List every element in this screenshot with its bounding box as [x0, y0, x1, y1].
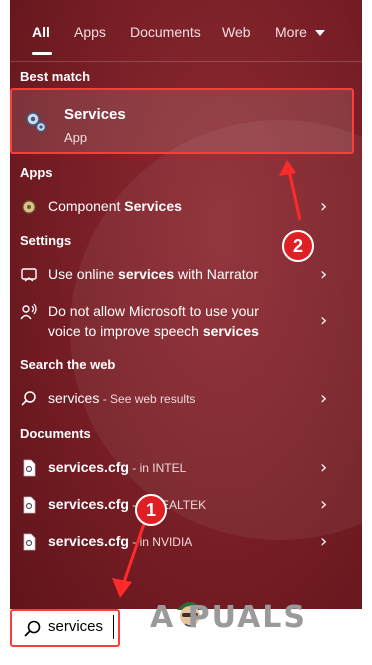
watermark-text: A PUALS	[150, 600, 308, 635]
label-pre: Use online	[48, 266, 119, 282]
document-icon	[23, 496, 36, 514]
tab-web[interactable]: Web	[222, 24, 251, 40]
services-gear-icon	[26, 112, 47, 133]
document-label: services.cfg - in INTEL	[48, 457, 318, 478]
section-search-web: Search the web	[20, 357, 116, 372]
chevron-right-icon[interactable]: ›	[320, 390, 327, 408]
chevron-right-icon[interactable]: ›	[320, 496, 327, 514]
document-label: services.cfg - in REALTEK	[48, 494, 318, 515]
chevron-right-icon[interactable]: ›	[320, 312, 327, 330]
label-bold: services.cfg	[48, 459, 129, 475]
tab-all[interactable]: All	[32, 24, 50, 40]
search-input[interactable]: services	[48, 618, 103, 635]
label-bold: services	[118, 266, 175, 282]
label-bold: Services	[124, 198, 182, 214]
label-post: with Narrator	[174, 266, 259, 282]
document-icon	[23, 533, 36, 551]
section-settings: Settings	[20, 233, 72, 248]
tab-all-underline	[32, 52, 52, 55]
search-icon	[21, 391, 36, 406]
chevron-down-icon[interactable]	[315, 30, 325, 36]
text-caret	[113, 615, 114, 639]
label-bold: services	[202, 323, 259, 339]
section-apps: Apps	[20, 165, 53, 180]
annotation-arrow-2	[279, 160, 302, 221]
annotation-badge-2: 2	[282, 230, 314, 262]
label-sub: - See web results	[99, 392, 196, 406]
tab-apps[interactable]: Apps	[74, 24, 106, 40]
document-label: services.cfg - in NVIDIA	[48, 531, 318, 552]
section-documents: Documents	[20, 426, 91, 441]
annotation-badge-1: 1	[135, 494, 167, 526]
chevron-right-icon[interactable]: ›	[320, 533, 327, 551]
speech-label: Do not allow Microsoft to use your voice…	[48, 301, 318, 341]
document-icon	[23, 459, 36, 477]
label-line2: voice to improve speech services	[48, 321, 318, 341]
best-match-services[interactable]: Services App	[10, 88, 354, 154]
best-match-subtitle: App	[64, 130, 88, 145]
narrator-icon	[21, 268, 37, 282]
component-services-icon	[22, 200, 36, 214]
tabs-divider	[10, 61, 362, 62]
tab-documents[interactable]: Documents	[130, 24, 201, 40]
label-text: services	[48, 390, 100, 406]
label-pre: Component	[48, 198, 125, 214]
label-line1: Do not allow Microsoft to use your	[48, 303, 259, 319]
chevron-right-icon[interactable]: ›	[320, 459, 327, 477]
section-best-match: Best match	[20, 69, 91, 84]
chevron-right-icon[interactable]: ›	[320, 266, 327, 284]
label-sub: - in INTEL	[128, 461, 187, 475]
web-search-label: services - See web results	[48, 388, 318, 409]
speech-icon	[20, 303, 37, 320]
narrator-label: Use online services with Narrator	[48, 264, 318, 284]
start-search-panel: All Apps Documents Web More Best match S…	[10, 0, 362, 655]
label-pre: voice to improve speech	[48, 323, 203, 339]
best-match-title: Services	[64, 106, 126, 123]
search-icon	[24, 620, 41, 637]
tab-more[interactable]: More	[275, 24, 307, 40]
search-tabs: All Apps Documents Web More	[10, 0, 362, 62]
